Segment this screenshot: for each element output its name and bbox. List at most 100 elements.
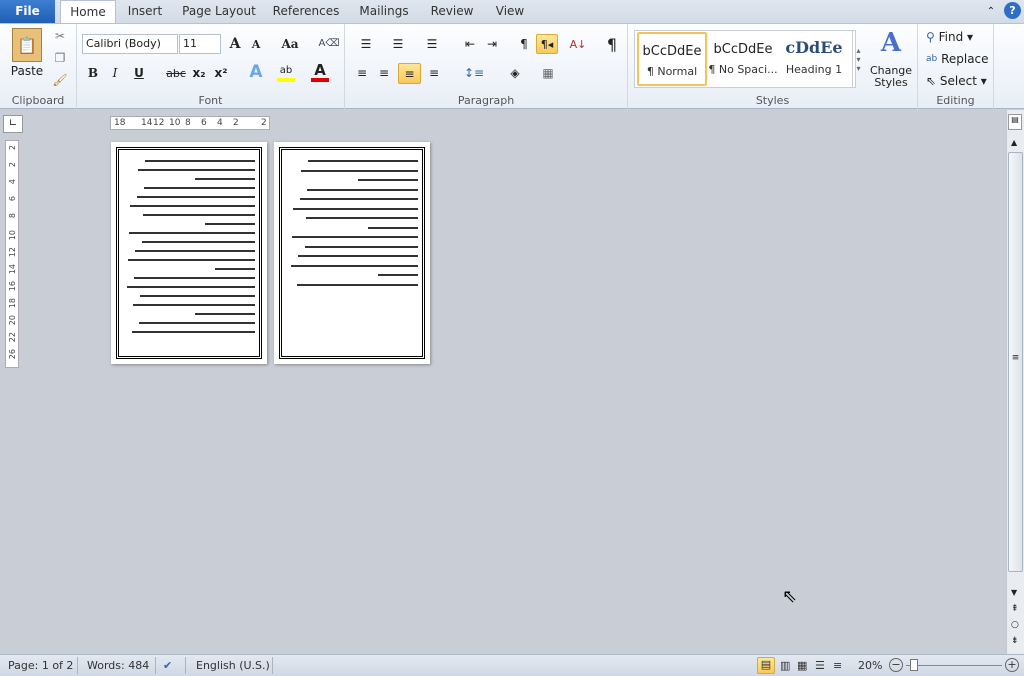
page-2[interactable] bbox=[274, 142, 430, 364]
sort-icon[interactable]: A↓ bbox=[569, 34, 587, 54]
text-line bbox=[306, 217, 418, 219]
zoom-slider[interactable] bbox=[906, 665, 1002, 666]
ruler-number: 8 bbox=[185, 118, 191, 128]
multilevel-list-icon[interactable]: ☰ bbox=[421, 36, 443, 52]
select-button[interactable]: ⇖ Select ▾ bbox=[926, 72, 990, 90]
shrink-font-button[interactable]: A bbox=[249, 36, 263, 52]
paste-button[interactable]: Paste bbox=[8, 64, 46, 78]
strikethrough-button[interactable]: abc bbox=[165, 64, 187, 82]
tab-mailings[interactable]: Mailings bbox=[354, 0, 414, 23]
scroll-thumb[interactable]: ≡ bbox=[1008, 152, 1023, 572]
align-left-icon[interactable]: ≡ bbox=[353, 64, 371, 82]
text-line bbox=[293, 207, 418, 210]
language[interactable]: English (U.S.) bbox=[196, 659, 270, 672]
paragraph-label: Paragraph bbox=[457, 94, 515, 107]
subscript-button[interactable]: x₂ bbox=[191, 64, 207, 82]
justify-icon[interactable]: ≡ bbox=[425, 64, 443, 82]
align-right-icon[interactable]: ≡ bbox=[398, 63, 421, 84]
text-line bbox=[195, 178, 255, 180]
scroll-down-icon[interactable]: ▼ bbox=[1011, 588, 1017, 597]
horizontal-ruler[interactable]: 18 14 12 10 8 6 4 2 2 bbox=[110, 116, 270, 130]
divider bbox=[77, 657, 78, 674]
tab-insert[interactable]: Insert bbox=[122, 0, 168, 23]
font-size-combo[interactable]: 11 bbox=[179, 34, 221, 54]
replace-button[interactable]: ab Replace bbox=[926, 50, 990, 68]
font-name-combo[interactable]: Calibri (Body) bbox=[82, 34, 178, 54]
text-line bbox=[142, 241, 255, 243]
text-line bbox=[130, 205, 255, 207]
page-1[interactable] bbox=[111, 142, 267, 364]
copy-icon[interactable]: ❐ bbox=[52, 50, 68, 66]
zoom-slider-thumb[interactable] bbox=[910, 659, 918, 671]
tab-review[interactable]: Review bbox=[426, 0, 478, 23]
zoom-in-icon[interactable]: + bbox=[1005, 658, 1019, 672]
tab-page-layout[interactable]: Page Layout bbox=[180, 0, 258, 23]
format-painter-icon[interactable]: 🖌 bbox=[52, 72, 68, 88]
style-name: Heading 1 bbox=[785, 63, 843, 76]
increase-indent-icon[interactable]: ⇥ bbox=[483, 36, 501, 52]
word-count[interactable]: Words: 484 bbox=[87, 659, 149, 672]
page-count[interactable]: Page: 1 of 2 bbox=[8, 659, 73, 672]
text-line bbox=[297, 283, 418, 286]
tab-selector-icon[interactable]: ∟ bbox=[3, 115, 23, 133]
view-ruler-icon[interactable]: ▤ bbox=[1008, 114, 1022, 130]
outline-icon[interactable]: ☰ bbox=[815, 659, 825, 672]
style-heading-1[interactable]: cDdEe Heading 1 bbox=[779, 32, 849, 86]
superscript-button[interactable]: x² bbox=[213, 64, 229, 82]
italic-button[interactable]: I bbox=[107, 64, 123, 82]
line-spacing-icon[interactable]: ↕≡ bbox=[463, 64, 485, 82]
style-preview: cDdEe bbox=[785, 38, 843, 57]
proofing-icon[interactable]: ✔ bbox=[163, 659, 172, 672]
decrease-indent-icon[interactable]: ⇤ bbox=[461, 36, 479, 52]
previous-page-icon[interactable]: ⇞ bbox=[1011, 604, 1019, 614]
style-no-spacing[interactable]: bCcDdEe ¶ No Spaci... bbox=[708, 32, 778, 86]
shading-icon[interactable]: ◈ bbox=[505, 64, 525, 82]
text-effects-icon[interactable]: A bbox=[247, 62, 265, 82]
tab-references[interactable]: References bbox=[270, 0, 342, 23]
tab-home[interactable]: Home bbox=[60, 0, 116, 24]
bullets-icon[interactable]: ☰ bbox=[355, 36, 377, 52]
text-line bbox=[215, 268, 255, 270]
underline-button[interactable]: U bbox=[131, 64, 147, 82]
find-button[interactable]: ⚲ Find ▾ bbox=[926, 28, 990, 46]
font-group: Calibri (Body) 11 A A Aa A⌫ B I U abc x₂… bbox=[77, 24, 345, 109]
help-icon[interactable]: ? bbox=[1004, 2, 1021, 19]
zoom-level[interactable]: 20% bbox=[858, 659, 882, 672]
paste-icon[interactable]: 📋 bbox=[12, 28, 42, 62]
bold-button[interactable]: B bbox=[85, 64, 101, 82]
change-case-button[interactable]: Aa bbox=[279, 36, 301, 52]
ltr-icon[interactable]: ¶ bbox=[515, 36, 533, 52]
borders-icon[interactable]: ▦ bbox=[539, 64, 557, 82]
styles-label: Styles bbox=[755, 94, 790, 107]
vertical-scrollbar[interactable]: ▤ ▲ ≡ ▼ ⇞ ○ ⇟ bbox=[1006, 110, 1024, 654]
styles-scroll[interactable]: ▴ ▾ ▾ bbox=[852, 31, 864, 87]
scroll-up-icon[interactable]: ▲ bbox=[1011, 138, 1017, 147]
rtl-button[interactable]: ¶◂ bbox=[536, 34, 558, 54]
font-color-button[interactable]: A bbox=[311, 61, 329, 82]
change-styles-button[interactable]: Change Styles bbox=[866, 64, 916, 90]
ruler-number: 12 bbox=[153, 118, 165, 128]
print-layout-icon[interactable]: ▤ bbox=[757, 657, 775, 674]
zoom-out-icon[interactable]: − bbox=[889, 658, 903, 672]
clear-formatting-icon[interactable]: A⌫ bbox=[319, 34, 340, 52]
vertical-ruler[interactable]: 2 2 4 6 8 10 12 14 16 18 20 22 26 bbox=[5, 140, 19, 368]
minimize-ribbon-icon[interactable]: ⌃ bbox=[984, 4, 998, 18]
browse-object-icon[interactable]: ○ bbox=[1011, 620, 1019, 630]
binoculars-icon: ⚲ bbox=[926, 30, 935, 44]
next-page-icon[interactable]: ⇟ bbox=[1011, 636, 1019, 646]
change-styles-icon[interactable]: A bbox=[874, 28, 908, 58]
grow-font-button[interactable]: A bbox=[227, 36, 243, 52]
ruler-number: 2 bbox=[8, 162, 17, 168]
numbering-icon[interactable]: ☰ bbox=[387, 36, 409, 52]
show-marks-button[interactable]: ¶ bbox=[603, 34, 621, 54]
cut-icon[interactable]: ✂ bbox=[52, 28, 68, 44]
web-layout-icon[interactable]: ▦ bbox=[797, 659, 807, 672]
highlight-button[interactable]: ab bbox=[277, 62, 295, 82]
full-screen-reading-icon[interactable]: ▥ bbox=[780, 659, 790, 672]
style-normal[interactable]: bCcDdEe ¶ Normal bbox=[637, 32, 707, 86]
tab-view[interactable]: View bbox=[490, 0, 530, 23]
draft-icon[interactable]: ≡ bbox=[833, 659, 842, 672]
tab-file[interactable]: File bbox=[0, 0, 55, 23]
text-line bbox=[307, 188, 418, 191]
align-center-icon[interactable]: ≡ bbox=[375, 64, 393, 82]
